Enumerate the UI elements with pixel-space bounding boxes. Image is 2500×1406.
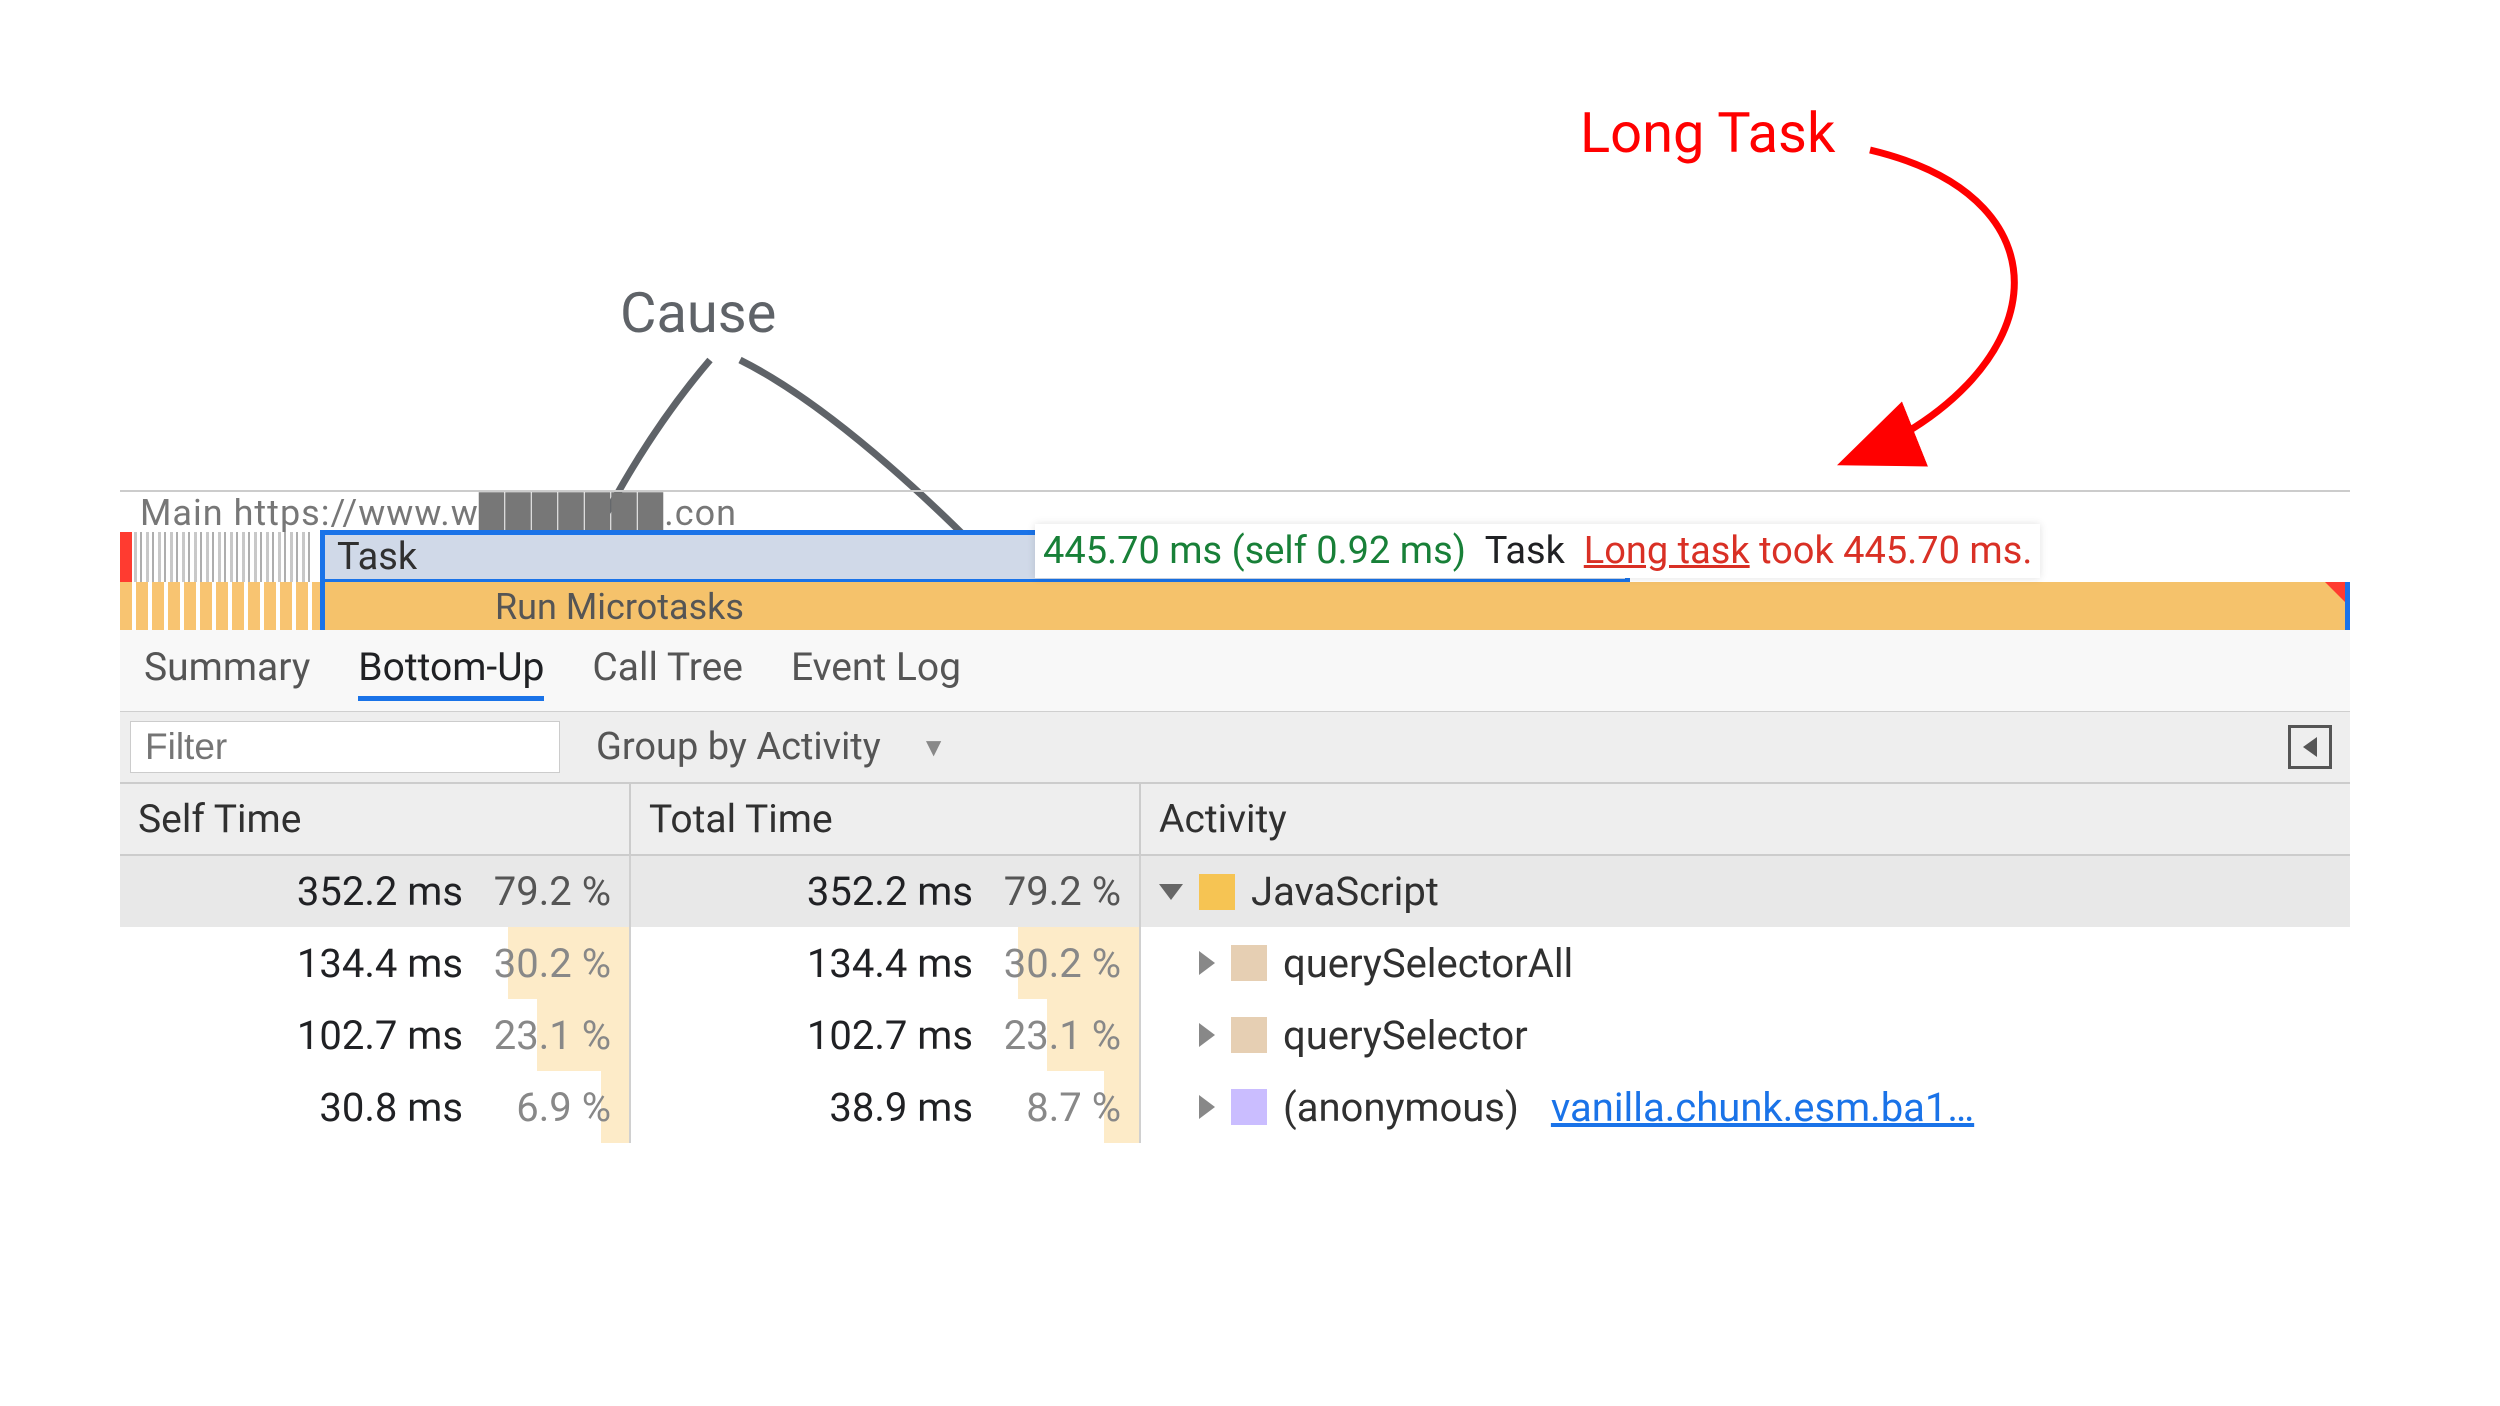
- cell-self-time: 352.2 ms79.2 %: [120, 855, 630, 927]
- cell-total-time: 352.2 ms79.2 %: [630, 855, 1140, 927]
- activity-name: querySelectorAll: [1283, 940, 1573, 987]
- activity-name: querySelector: [1283, 1012, 1528, 1059]
- group-by-select[interactable]: Group by Activity: [596, 725, 881, 769]
- annotation-long-task: Long Task: [1580, 100, 1835, 166]
- tooltip-long-task-link[interactable]: Long task: [1584, 529, 1750, 573]
- col-self-time[interactable]: Self Time: [120, 784, 630, 855]
- disclosure-triangle-icon[interactable]: [1159, 884, 1183, 900]
- activity-swatch-icon: [1231, 945, 1267, 981]
- activity-swatch-icon: [1231, 1017, 1267, 1053]
- details-tabs: Summary Bottom-Up Call Tree Event Log: [120, 630, 2350, 712]
- col-total-time[interactable]: Total Time: [630, 784, 1140, 855]
- flame-chart[interactable]: Main https://www.w███████.con Task Run M…: [120, 490, 2350, 630]
- col-activity[interactable]: Activity: [1140, 784, 2350, 855]
- tab-event-log[interactable]: Event Log: [791, 644, 961, 701]
- annotation-cause: Cause: [620, 280, 776, 346]
- flame-barcode-region: [134, 532, 314, 582]
- flame-long-task-marker: [120, 532, 132, 582]
- tab-call-tree[interactable]: Call Tree: [592, 644, 743, 701]
- flame-barcode-lower: [120, 582, 320, 630]
- cell-self-time: 30.8 ms6.9 %: [120, 1071, 630, 1143]
- tab-summary[interactable]: Summary: [144, 644, 310, 701]
- table-row[interactable]: 30.8 ms6.9 %38.9 ms8.7 %(anonymous) vani…: [120, 1071, 2350, 1143]
- table-row[interactable]: 102.7 ms23.1 %102.7 ms23.1 % querySelecto…: [120, 999, 2350, 1071]
- activity-name: JavaScript: [1251, 868, 1439, 915]
- disclosure-triangle-icon[interactable]: [1199, 1095, 1215, 1119]
- activity-name: (anonymous): [1283, 1084, 1519, 1131]
- tab-bottom-up[interactable]: Bottom-Up: [358, 644, 544, 701]
- cell-activity: querySelectorAll: [1140, 927, 2350, 999]
- cell-self-time: 102.7 ms23.1 %: [120, 999, 630, 1071]
- cell-activity: querySelector: [1140, 999, 2350, 1071]
- cell-activity: JavaScript: [1140, 855, 2350, 927]
- devtools-panel: Main https://www.w███████.con Task Run M…: [120, 490, 2350, 1143]
- show-heaviest-stack-icon[interactable]: [2288, 725, 2332, 769]
- bottomup-table: Self Time Total Time Activity 352.2 ms79…: [120, 784, 2350, 1143]
- cell-self-time: 134.4 ms30.2 %: [120, 927, 630, 999]
- disclosure-triangle-icon[interactable]: [1199, 1023, 1215, 1047]
- disclosure-triangle-icon[interactable]: [1199, 951, 1215, 975]
- chevron-down-icon[interactable]: ▼: [921, 732, 947, 763]
- task-tooltip: 445.70 ms (self 0.92 ms) Task Long task …: [1035, 524, 2040, 578]
- table-row[interactable]: 352.2 ms79.2 %352.2 ms79.2 % JavaScript: [120, 855, 2350, 927]
- filter-input[interactable]: [130, 721, 560, 773]
- flame-microtasks-bar[interactable]: Run Microtasks Timer Fired: [320, 582, 2350, 630]
- activity-source-link[interactable]: vanilla.chunk.esm.ba1…: [1551, 1084, 1974, 1131]
- activity-swatch-icon: [1199, 874, 1235, 910]
- bottomup-toolbar: Group by Activity ▼: [120, 712, 2350, 784]
- tooltip-duration: 445.70 ms (self 0.92 ms): [1043, 529, 1466, 573]
- activity-swatch-icon: [1231, 1089, 1267, 1125]
- tooltip-type: Task: [1485, 529, 1565, 573]
- cell-activity: (anonymous) vanilla.chunk.esm.ba1…: [1140, 1071, 2350, 1143]
- table-row[interactable]: 134.4 ms30.2 %134.4 ms30.2 % querySelecto…: [120, 927, 2350, 999]
- cell-total-time: 38.9 ms8.7 %: [630, 1071, 1140, 1143]
- cell-total-time: 102.7 ms23.1 %: [630, 999, 1140, 1071]
- tooltip-warning-suffix: took 445.70 ms.: [1750, 529, 2033, 573]
- cell-total-time: 134.4 ms30.2 %: [630, 927, 1140, 999]
